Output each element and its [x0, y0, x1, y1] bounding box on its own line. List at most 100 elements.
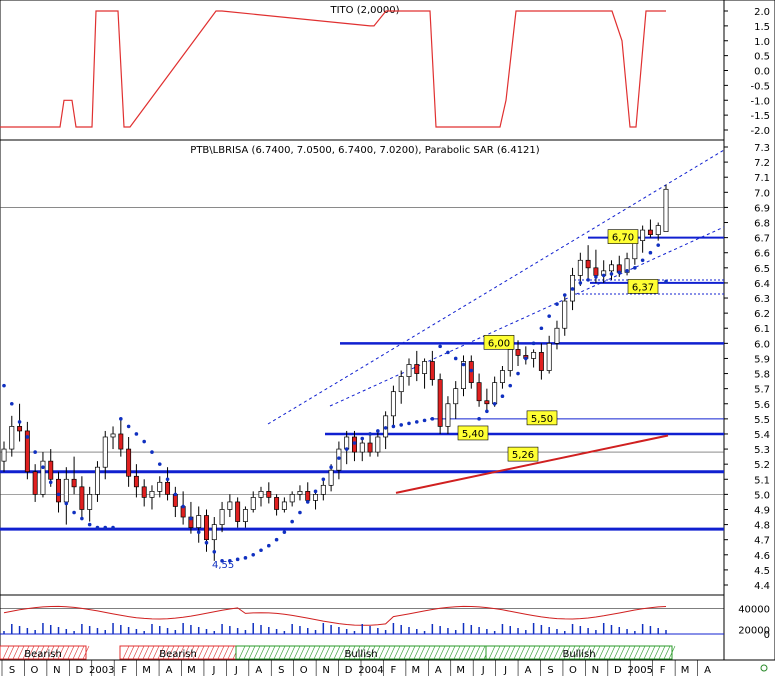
sar-dot: [601, 273, 606, 278]
time-label: A: [166, 665, 173, 676]
sar-dot: [2, 383, 6, 388]
price-tick-label: 5.9: [754, 354, 770, 365]
sar-dot: [594, 275, 598, 279]
sar-dot: [181, 504, 185, 509]
candle-body: [546, 342, 552, 371]
candle-body: [56, 478, 61, 503]
sar-dot: [337, 456, 341, 460]
candle-body: [227, 501, 233, 510]
candle-body: [367, 442, 373, 453]
sar-dot: [274, 537, 279, 542]
sar-dot: [438, 344, 442, 349]
price-tick-label: 4.4: [754, 581, 770, 592]
price-tick-label: 5.1: [754, 475, 770, 486]
candle-body: [204, 515, 209, 541]
candle-body: [531, 352, 537, 359]
time-label: 2003: [89, 665, 114, 676]
price-tick-label: 6.8: [754, 219, 770, 230]
sar-dot: [344, 447, 349, 451]
sar-dot: [562, 293, 567, 297]
phase-label: Bearish: [24, 649, 62, 660]
candle-body: [328, 469, 334, 486]
price-tick-label: 5.2: [754, 460, 770, 471]
sar-dot: [305, 500, 310, 504]
candle-body: [133, 475, 139, 488]
sar-dot: [321, 477, 326, 482]
price-tick-label: 6.2: [754, 309, 770, 320]
price-tick-label: 7.2: [754, 158, 770, 169]
sar-dot: [72, 510, 76, 515]
sar-dot: [656, 243, 661, 247]
price-tick-label: 4.5: [754, 566, 770, 577]
candle-body: [313, 494, 318, 501]
sar-dot: [267, 543, 271, 548]
sar-dot: [134, 432, 139, 436]
tito-tick-label: -1.0: [750, 96, 770, 107]
sar-dot: [383, 426, 388, 430]
price-tick-label: 6.9: [754, 203, 770, 214]
candle-body: [422, 361, 428, 374]
candle-body: [640, 229, 646, 241]
candle-body: [414, 364, 420, 374]
price-title: PTB\LBRISA (6.7400, 7.0500, 6.7400, 7.02…: [190, 145, 539, 156]
sar-dot: [625, 269, 629, 273]
sar-dot: [33, 450, 37, 454]
time-label: M: [142, 665, 151, 676]
time-label: A: [525, 665, 532, 676]
candle-body: [663, 188, 669, 232]
time-label: 2004: [358, 665, 383, 676]
sar-dot: [485, 409, 489, 414]
tito-tick-label: 0.5: [754, 52, 770, 63]
sar-dot: [633, 266, 637, 270]
price-tick-label: 5.8: [754, 370, 770, 381]
sar-dot: [165, 477, 170, 482]
low-annotation: 4,55: [212, 560, 234, 571]
tito-tick-label: 1.0: [754, 37, 770, 48]
time-label: O: [31, 665, 39, 676]
sar-dot: [204, 540, 209, 545]
chart-window: TITO (2,0000) PTB\LBRISA (6.7400, 7.0500…: [0, 0, 775, 676]
sar-dot: [25, 435, 30, 439]
price-tick-label: 4.9: [754, 505, 770, 516]
candle-body: [289, 494, 295, 503]
price-tick-label: 4.7: [754, 536, 770, 547]
tito-tick-label: -2.0: [750, 126, 770, 137]
sar-dot: [446, 350, 450, 355]
candle-body: [149, 491, 155, 498]
time-label: S: [547, 665, 553, 676]
time-axis: S O N D 2003 F M A M J J A S O N D 2004 F M A M J J A S O N D 2005 F M…: [1, 660, 711, 676]
candle-body: [655, 225, 661, 235]
time-label: J: [481, 665, 485, 676]
sar-dot: [235, 557, 240, 562]
sar-dot: [500, 394, 505, 399]
sar-dot: [17, 420, 22, 424]
candle-body: [344, 436, 350, 450]
candle-body: [219, 509, 225, 525]
level-label: 5,40: [462, 429, 484, 440]
sar-dot: [313, 489, 318, 494]
candle-body: [235, 501, 241, 522]
sar-dot: [360, 436, 365, 441]
phase-label: Bullish: [562, 649, 595, 660]
price-tick-label: 5.7: [754, 385, 770, 396]
time-label: J: [234, 665, 238, 676]
sar-dot: [477, 417, 481, 421]
candle-body: [250, 497, 256, 510]
price-tick-label: 6.4: [754, 279, 770, 290]
candle-body: [1, 448, 7, 462]
candle-body: [63, 478, 69, 503]
price-tick-label: 6.3: [754, 294, 770, 305]
sar-dot: [95, 525, 100, 530]
time-label: F: [121, 665, 127, 676]
time-label: M: [187, 665, 196, 676]
sar-dot: [555, 302, 559, 306]
candle-body: [398, 376, 404, 393]
time-label: F: [660, 665, 666, 676]
candle-body: [406, 364, 412, 377]
time-label: N: [53, 665, 60, 676]
sar-dot: [9, 401, 14, 406]
candle-body: [562, 300, 568, 329]
candle-body: [102, 436, 108, 468]
level-label: 5,26: [512, 450, 534, 461]
time-label: S: [9, 665, 15, 676]
